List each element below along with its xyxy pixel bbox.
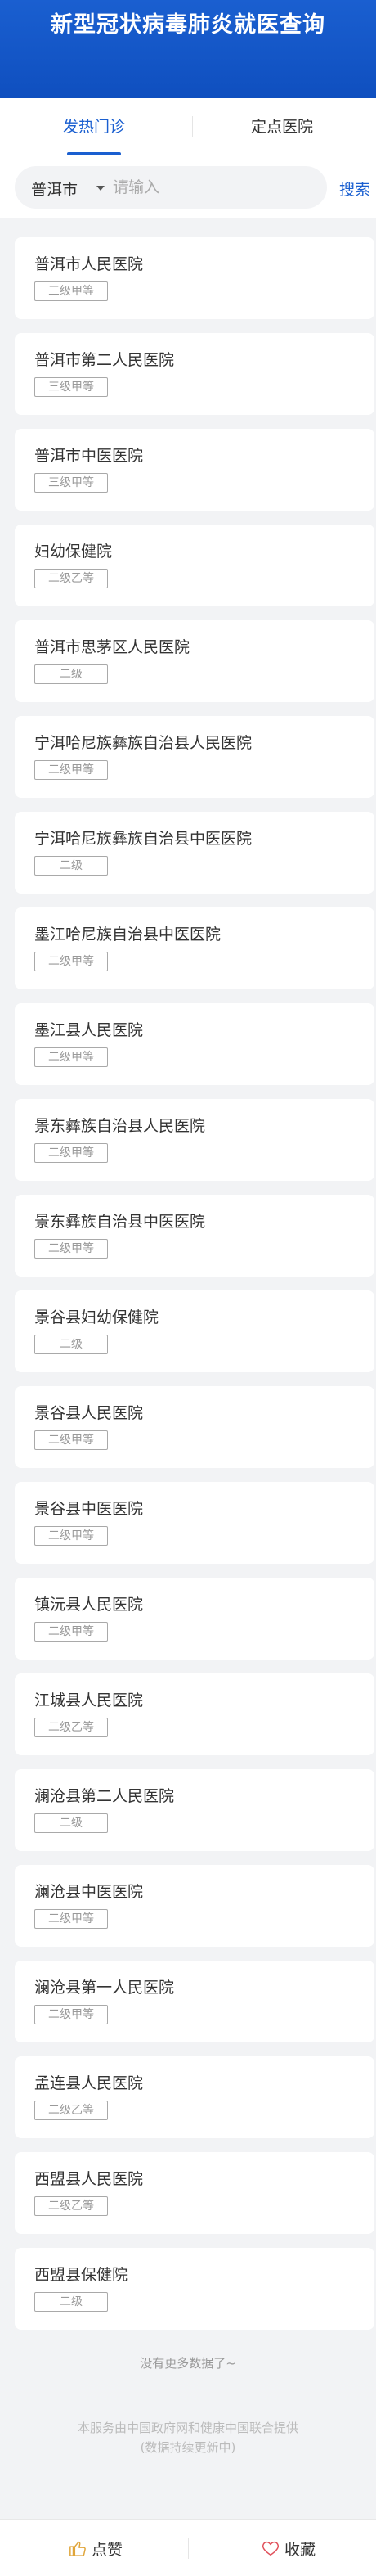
search-button[interactable]: 搜索	[339, 178, 370, 200]
hospital-level-badge: 二级乙等	[34, 2101, 108, 2120]
bottom-action-bar: 点赞 收藏	[0, 2519, 376, 2576]
tab-bar: 发热门诊 定点医院	[0, 98, 376, 160]
hospital-name: 西盟县人民医院	[34, 2170, 144, 2188]
search-box: 普洱市	[15, 166, 327, 209]
tab-designated-hospital[interactable]: 定点医院	[188, 115, 376, 137]
hospital-card[interactable]: 宁洱哈尼族彝族自治县中医医院 二级	[15, 812, 374, 894]
hospital-level-badge: 二级甲等	[34, 1239, 108, 1259]
thumbs-up-icon	[69, 2541, 86, 2556]
hospital-card[interactable]: 澜沧县第一人民医院 二级甲等	[15, 1961, 374, 2042]
header-banner: 新型冠状病毒肺炎就医查询	[0, 0, 376, 98]
hospital-level-badge: 二级甲等	[34, 1047, 108, 1067]
hospital-name: 景东彝族自治县人民医院	[34, 1117, 206, 1135]
hospital-level-badge: 二级乙等	[34, 1718, 108, 1737]
hospital-card[interactable]: 妇幼保健院 二级乙等	[15, 525, 374, 606]
hospital-level-badge: 二级甲等	[34, 1143, 108, 1163]
hospital-card[interactable]: 景谷县妇幼保健院 二级	[15, 1290, 374, 1372]
hospital-name: 普洱市中医医院	[34, 447, 144, 465]
hospital-name: 镇沅县人民医院	[34, 1596, 144, 1614]
hospital-level-badge: 二级乙等	[34, 569, 108, 588]
hospital-level-badge: 二级	[34, 664, 108, 684]
hospital-card[interactable]: 澜沧县中医医院 二级甲等	[15, 1865, 374, 1947]
hospital-name: 墨江哈尼族自治县中医医院	[34, 925, 222, 943]
hospital-card[interactable]: 西盟县人民医院 二级乙等	[15, 2152, 374, 2234]
footer-note-line2: (数据持续更新中)	[140, 2440, 236, 2455]
hospital-card[interactable]: 景谷县人民医院 二级甲等	[15, 1386, 374, 1468]
hospital-name: 景谷县人民医院	[34, 1404, 144, 1422]
hospital-level-badge: 二级	[34, 1813, 108, 1833]
hospital-name: 江城县人民医院	[34, 1691, 144, 1709]
hospital-name: 澜沧县中医医院	[34, 1883, 144, 1901]
hospital-name: 宁洱哈尼族彝族自治县中医医院	[34, 830, 253, 848]
hospital-name: 普洱市人民医院	[34, 255, 144, 273]
hospital-level-badge: 二级甲等	[34, 2005, 108, 2024]
hospital-level-badge: 二级	[34, 1335, 108, 1354]
hospital-level-badge: 三级甲等	[34, 281, 108, 301]
hospital-level-badge: 二级甲等	[34, 1430, 108, 1450]
favorite-button[interactable]: 收藏	[262, 2538, 316, 2560]
list-end-text: 没有更多数据了~	[140, 2356, 236, 2371]
hospital-list: 普洱市人民医院 三级甲等 普洱市第二人民医院 三级甲等 普洱市中医医院 三级甲等 妇幼保健院…	[15, 237, 374, 2344]
hospital-name: 景谷县中医医院	[34, 1500, 144, 1518]
hospital-card[interactable]: 江城县人民医院 二级乙等	[15, 1673, 374, 1755]
hospital-level-badge: 二级甲等	[34, 760, 108, 780]
search-input[interactable]	[113, 173, 317, 202]
hospital-card[interactable]: 普洱市中医医院 三级甲等	[15, 429, 374, 511]
like-label: 点赞	[92, 2541, 123, 2559]
hospital-card[interactable]: 普洱市思茅区人民医院 二级	[15, 620, 374, 702]
hospital-name: 景谷县妇幼保健院	[34, 1308, 159, 1326]
footer-note-line1: 本服务由中国政府网和健康中国联合提供	[77, 2421, 298, 2435]
hospital-name: 宁洱哈尼族彝族自治县人民医院	[34, 734, 253, 752]
hospital-name: 普洱市思茅区人民医院	[34, 638, 190, 656]
hospital-level-badge: 二级	[34, 2292, 108, 2312]
hospital-level-badge: 三级甲等	[34, 473, 108, 493]
search-bar: 普洱市 搜索	[0, 160, 376, 218]
favorite-label: 收藏	[284, 2541, 316, 2559]
hospital-level-badge: 三级甲等	[34, 377, 108, 397]
hospital-name: 孟连县人民医院	[34, 2074, 144, 2092]
city-selector[interactable]: 普洱市	[31, 178, 78, 200]
hospital-card[interactable]: 西盟县保健院 二级	[15, 2248, 374, 2330]
like-button[interactable]: 点赞	[69, 2538, 123, 2560]
hospital-level-badge: 二级甲等	[34, 1909, 108, 1929]
hospital-card[interactable]: 普洱市第二人民医院 三级甲等	[15, 333, 374, 415]
hospital-level-badge: 二级甲等	[34, 1622, 108, 1642]
hospital-card[interactable]: 景谷县中医医院 二级甲等	[15, 1482, 374, 1564]
chevron-down-icon[interactable]	[96, 186, 105, 191]
hospital-name: 西盟县保健院	[34, 2266, 128, 2284]
hospital-name: 墨江县人民医院	[34, 1021, 144, 1039]
hospital-card[interactable]: 宁洱哈尼族彝族自治县人民医院 二级甲等	[15, 716, 374, 798]
heart-icon	[262, 2541, 279, 2556]
hospital-card[interactable]: 墨江县人民医院 二级甲等	[15, 1003, 374, 1085]
hospital-name: 澜沧县第一人民医院	[34, 1979, 175, 1997]
active-tab-indicator	[67, 152, 121, 155]
hospital-card[interactable]: 镇沅县人民医院 二级甲等	[15, 1578, 374, 1660]
hospital-name: 澜沧县第二人民医院	[34, 1787, 175, 1805]
hospital-card[interactable]: 澜沧县第二人民医院 二级	[15, 1769, 374, 1851]
hospital-card[interactable]: 墨江哈尼族自治县中医医院 二级甲等	[15, 907, 374, 989]
hospital-name: 景东彝族自治县中医医院	[34, 1213, 206, 1231]
footer-note: 本服务由中国政府网和健康中国联合提供 (数据持续更新中)	[0, 2418, 376, 2457]
hospital-card[interactable]: 孟连县人民医院 二级乙等	[15, 2056, 374, 2138]
hospital-card[interactable]: 景东彝族自治县人民医院 二级甲等	[15, 1099, 374, 1181]
bottom-bar-divider	[188, 2538, 189, 2559]
hospital-level-badge: 二级乙等	[34, 2196, 108, 2216]
hospital-card[interactable]: 普洱市人民医院 三级甲等	[15, 237, 374, 319]
hospital-level-badge: 二级甲等	[34, 952, 108, 971]
tab-fever-clinic[interactable]: 发热门诊	[0, 115, 188, 137]
page-title: 新型冠状病毒肺炎就医查询	[51, 12, 325, 38]
hospital-card[interactable]: 景东彝族自治县中医医院 二级甲等	[15, 1195, 374, 1277]
hospital-level-badge: 二级	[34, 856, 108, 876]
hospital-name: 普洱市第二人民医院	[34, 351, 175, 369]
hospital-level-badge: 二级甲等	[34, 1526, 108, 1546]
hospital-name: 妇幼保健院	[34, 543, 113, 561]
